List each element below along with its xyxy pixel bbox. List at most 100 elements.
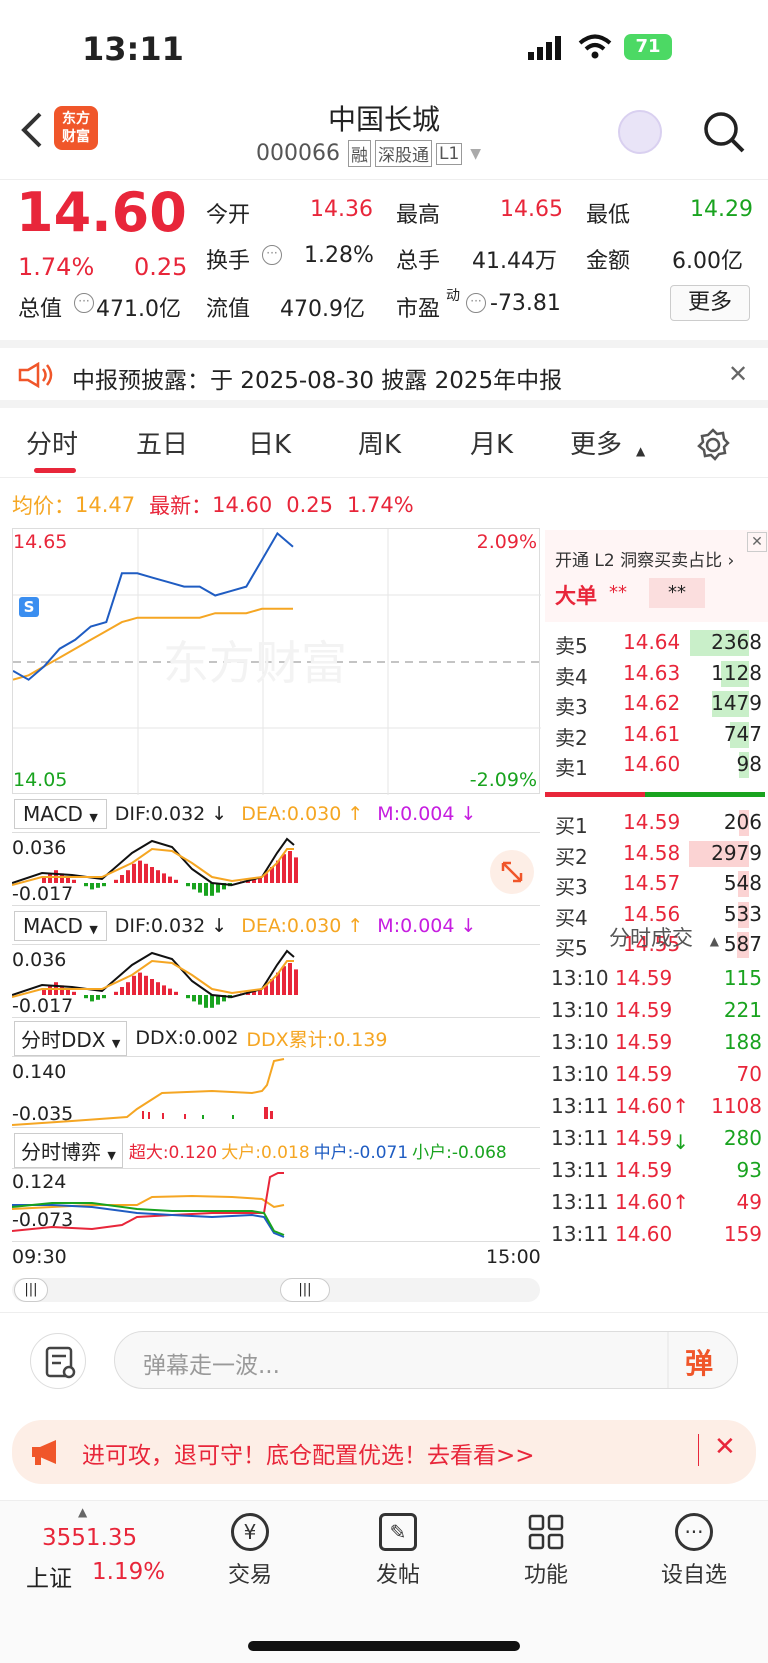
- index-value[interactable]: 3551.35: [42, 1525, 137, 1551]
- tab-monthly[interactable]: 月K: [470, 424, 513, 461]
- level-label: 卖5: [555, 634, 588, 658]
- post-button[interactable]: ✎ 发帖: [338, 1513, 458, 1589]
- scroll-handle-left[interactable]: |||: [14, 1278, 48, 1302]
- danmu-send-button[interactable]: 弹: [685, 1342, 713, 1382]
- clock: 13:11: [82, 30, 184, 68]
- trade-time: 13:11: [551, 1158, 609, 1182]
- macd-bar: [198, 995, 202, 1005]
- l2-promo-text: 开通 L2 洞察买卖占比 ›: [555, 551, 735, 571]
- avg-label: 均价：: [12, 494, 75, 518]
- macd-select-1[interactable]: MACD ▼: [14, 799, 107, 829]
- add-watchlist-button[interactable]: ··· 设自选: [634, 1513, 754, 1589]
- trade-button[interactable]: ¥ 交易: [190, 1513, 310, 1589]
- amount-value: 6.00亿: [672, 249, 743, 274]
- expand-icon[interactable]: [490, 850, 534, 894]
- l2-promo[interactable]: 开通 L2 洞察买卖占比 › ✕ 大单 ** **: [545, 530, 768, 622]
- functions-button[interactable]: 功能: [486, 1513, 606, 1589]
- trade-row: 13:11 14.59 ↓ 280: [545, 1122, 768, 1154]
- price-chart[interactable]: 东方财富 14.65 14.05 2.09% -2.09% S: [12, 528, 541, 795]
- ask-row[interactable]: 卖5 14.64 2368: [545, 626, 768, 658]
- close-icon[interactable]: ✕: [714, 1432, 736, 1462]
- level-volume: 2979: [711, 840, 762, 865]
- macd-bar: [294, 969, 298, 995]
- settings-icon[interactable]: [696, 428, 730, 466]
- game-panel[interactable]: 0.124 -0.073: [12, 1168, 540, 1242]
- large-label: 大户:0.018: [221, 1142, 310, 1163]
- macd-select-2[interactable]: MACD ▼: [14, 911, 107, 941]
- search-icon[interactable]: [702, 110, 746, 158]
- macd-bar: [96, 883, 100, 888]
- promo-text: 进可攻，退可守！底仓配置优选！去看看>>: [82, 1443, 535, 1469]
- bid-row[interactable]: 买3 14.57 548: [545, 867, 768, 899]
- trade-row: 13:10 14.59 70: [545, 1058, 768, 1090]
- more-button[interactable]: 更多: [670, 285, 750, 321]
- volume-value: 41.44万: [472, 249, 557, 274]
- close-icon[interactable]: ✕: [747, 532, 767, 552]
- game-select[interactable]: 分时博弈 ▼: [14, 1132, 123, 1168]
- macd-bar: [186, 883, 190, 887]
- macd-panel-1[interactable]: 0.036 -0.017: [12, 832, 540, 906]
- close-icon[interactable]: ✕: [728, 360, 748, 388]
- watermark: 东方财富: [163, 636, 347, 690]
- ddx-select[interactable]: 分时DDX ▼: [14, 1020, 128, 1056]
- level-label: 买5: [555, 936, 588, 960]
- comment-list-icon[interactable]: [30, 1333, 86, 1389]
- status-bar: 13:11 71: [0, 0, 768, 100]
- big-order-a: **: [609, 582, 627, 603]
- info-icon[interactable]: ···: [74, 293, 94, 313]
- trade-time: 13:11: [551, 1190, 609, 1214]
- bid-row[interactable]: 买1 14.59 206: [545, 806, 768, 838]
- tag-margin: 融: [347, 140, 371, 167]
- ask-row[interactable]: 卖1 14.60 98: [545, 748, 768, 780]
- volume-label: 总手: [396, 249, 441, 274]
- ddx-bot: -0.035: [12, 1103, 74, 1125]
- s-badge[interactable]: S: [19, 597, 39, 617]
- tab-daily[interactable]: 日K: [248, 424, 291, 461]
- edit-icon: ✎: [379, 1513, 417, 1551]
- change-amt: 0.25: [134, 253, 188, 281]
- price-low-label: 14.05: [13, 769, 68, 791]
- macd-panel-2[interactable]: 0.036 -0.017: [12, 944, 540, 1018]
- time-scrollbar[interactable]: ||| |||: [12, 1278, 540, 1302]
- info-icon[interactable]: ···: [466, 293, 486, 313]
- level-volume: 1479: [711, 691, 762, 715]
- pe-label: 市盈: [396, 297, 441, 322]
- robot-avatar-icon[interactable]: [618, 110, 662, 154]
- macd-bar: [210, 995, 214, 1008]
- trade-price: 14.59 ↓: [615, 1126, 690, 1154]
- stock-code-row[interactable]: 000066 融 深股通 L1 ▼: [256, 140, 481, 167]
- macd-bar: [162, 985, 166, 995]
- ask-row[interactable]: 卖2 14.61 747: [545, 718, 768, 750]
- info-icon[interactable]: ···: [262, 245, 282, 265]
- trade-time: 13:10: [551, 1062, 609, 1086]
- ddx-panel[interactable]: 0.140 -0.035: [12, 1056, 540, 1128]
- level-price: 14.60: [623, 752, 681, 776]
- level-label: 买4: [555, 905, 588, 930]
- trade-price: 14.60: [615, 1222, 673, 1246]
- tab-intraday[interactable]: 分时: [26, 424, 78, 461]
- trades-title[interactable]: 分时成交 ▲: [609, 922, 719, 952]
- tab-weekly[interactable]: 周K: [358, 424, 401, 461]
- time-start: 09:30: [12, 1246, 67, 1268]
- level-volume: 98: [736, 752, 762, 776]
- high-label: 最高: [396, 203, 441, 228]
- stock-header: 东方 财富 中国长城 000066 融 深股通 L1 ▼: [0, 96, 768, 180]
- bid-row[interactable]: 买2 14.58 2979: [545, 837, 768, 869]
- promo-banner[interactable]: 进可攻，退可守！底仓配置优选！去看看>> ✕: [12, 1420, 756, 1484]
- macd-bar: [48, 873, 52, 883]
- comment-bar: 弹幕走一波... 弹: [0, 1312, 768, 1408]
- scroll-handle-right[interactable]: |||: [280, 1278, 330, 1302]
- ask-row[interactable]: 卖3 14.62 1479: [545, 687, 768, 719]
- danmu-input[interactable]: 弹幕走一波... 弹: [114, 1331, 738, 1389]
- macd-bar: [156, 870, 160, 883]
- macd-bar: [138, 972, 142, 995]
- tab-5day[interactable]: 五日: [136, 424, 188, 461]
- tab-more[interactable]: 更多: [570, 424, 622, 461]
- level-price: 14.58: [623, 840, 681, 865]
- megaphone-icon: [30, 1438, 64, 1470]
- bottom-bar: ▲ 3551.35 上证 1.19% ¥ 交易 ✎ 发帖 功能 ··· 设自选: [0, 1500, 768, 1663]
- ask-row[interactable]: 卖4 14.63 1128: [545, 657, 768, 689]
- level-label: 卖2: [555, 725, 588, 750]
- notice-banner[interactable]: 中报预披露：于 2025-08-30 披露 2025年中报 ✕: [0, 340, 768, 408]
- trade-time: 13:11: [551, 1222, 609, 1246]
